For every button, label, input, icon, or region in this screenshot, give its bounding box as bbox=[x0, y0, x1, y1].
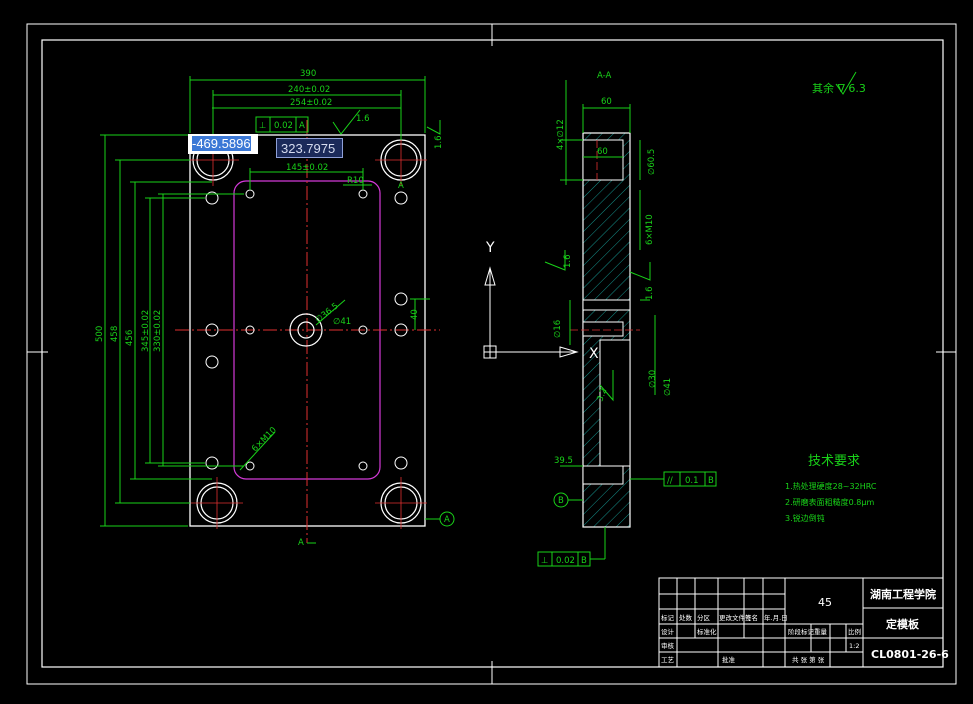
dim-w240: 240±0.02 bbox=[288, 85, 330, 95]
gd-flat-ref: B bbox=[581, 556, 587, 566]
dim-rough16b: 1.6 bbox=[645, 286, 655, 300]
dim-h40: 40 bbox=[410, 309, 420, 320]
rough-16-right: 1.6 bbox=[434, 135, 444, 149]
dim-d59: ∅60.5 bbox=[647, 149, 657, 175]
tb-row-label-0: 标记 bbox=[661, 613, 675, 622]
dim-r10: R10 bbox=[347, 176, 364, 186]
tb-design: 设计 bbox=[661, 627, 675, 636]
ucs-y-label: Y bbox=[485, 240, 495, 256]
dim-h345: 345±0.02 bbox=[141, 310, 151, 352]
dim-d36: ∅30 bbox=[648, 370, 658, 388]
dim-holes: 6×M10 bbox=[250, 425, 279, 454]
rough-16: 1.6 bbox=[356, 114, 370, 124]
tb-ratio: 比例 bbox=[848, 627, 861, 636]
gd-ref: A bbox=[299, 121, 305, 131]
gd-perp-symbol: ⊥ bbox=[259, 121, 266, 131]
gd-par-ref: B bbox=[708, 476, 714, 486]
section-label: A-A bbox=[597, 71, 612, 81]
dim-t60b: 60 bbox=[597, 147, 608, 157]
gd-par-value: 0.1 bbox=[685, 476, 699, 486]
datum-a-label: A bbox=[444, 515, 450, 525]
dim-h330: 330±0.02 bbox=[153, 310, 163, 352]
tb-material: 45 bbox=[818, 596, 832, 609]
dim-t60: 60 bbox=[601, 97, 612, 107]
tb-row-label-2: 分区 bbox=[697, 613, 711, 622]
front-view: 390 240±0.02 254±0.02 145±0.02 0.02 A ⊥ … bbox=[95, 69, 455, 548]
gd-flat-symbol: ⊥ bbox=[541, 556, 548, 566]
dim-h458: 458 bbox=[110, 326, 120, 342]
tb-process: 工艺 bbox=[661, 656, 675, 664]
tb-scale: 1:2 bbox=[849, 642, 859, 650]
dim-d12: 4×∅12 bbox=[556, 119, 566, 150]
coordinate-input-y[interactable]: 323.7975 bbox=[276, 138, 343, 158]
dim-m41: ∅41 bbox=[333, 317, 351, 327]
dim-d16: ∅16 bbox=[553, 320, 563, 338]
tb-school: 湖南工程学院 bbox=[870, 587, 936, 601]
roughness-note: 其余 ∇ 6.3 bbox=[812, 71, 866, 95]
tech-req-item-1: 1.热处理硬度28~32HRC bbox=[785, 481, 877, 491]
gd-tolerance: 0.02 bbox=[274, 121, 293, 131]
coordinate-x-value[interactable]: -469.5896 bbox=[192, 136, 251, 151]
section-mark-a: A bbox=[298, 538, 304, 548]
tb-row-label-4: 签名 bbox=[745, 613, 758, 622]
tb-part-name: 定模板 bbox=[886, 617, 920, 631]
cad-drawing-canvas[interactable]: 390 240±0.02 254±0.02 145±0.02 0.02 A ⊥ … bbox=[0, 0, 973, 704]
dim-h500: 500 bbox=[95, 326, 105, 342]
section-mark-a-top: A bbox=[398, 181, 404, 191]
gd-flat-value: 0.02 bbox=[556, 556, 575, 566]
tech-req-item-2: 2.研磨表面粗糙度0.8μm bbox=[785, 497, 874, 507]
dim-width: 390 bbox=[300, 69, 316, 79]
tb-stage: 阶段标记 bbox=[788, 627, 815, 636]
dim-d41: ∅41 bbox=[663, 378, 673, 396]
dim-w254: 254±0.02 bbox=[290, 98, 332, 108]
tb-std: 标准化 bbox=[697, 627, 717, 636]
dim-d395: 39.5 bbox=[554, 456, 573, 466]
drawing-border bbox=[41, 39, 944, 668]
tb-approve: 批准 bbox=[722, 655, 736, 664]
tech-requirements: 技术要求 1.热处理硬度28~32HRC 2.研磨表面粗糙度0.8μm 3.锐边… bbox=[785, 454, 877, 523]
tech-req-title: 技术要求 bbox=[808, 454, 860, 469]
tech-req-item-3: 3.锐边倒钝 bbox=[785, 513, 825, 523]
datum-b-label: B bbox=[558, 496, 564, 506]
dim-h456: 456 bbox=[125, 330, 135, 346]
centering-marks bbox=[27, 24, 956, 684]
tb-row-label-5: 年.月.日 bbox=[764, 613, 788, 622]
ucs-icon bbox=[483, 266, 579, 359]
tb-review: 审核 bbox=[661, 641, 675, 650]
tb-row-label-1: 处数 bbox=[679, 613, 693, 622]
gd-par-symbol: // bbox=[667, 476, 673, 486]
section-view: A-A 60 60 4×∅12 6×M10 1.6 1.6 3.2 ∅16 ∅4… bbox=[537, 71, 717, 567]
tb-sheets: 共 张 第 张 bbox=[792, 655, 825, 664]
dim-m10: 6×M10 bbox=[645, 214, 655, 245]
tb-drawing-no: CL0801-26-6 bbox=[871, 648, 949, 661]
tb-weight: 重量 bbox=[814, 628, 828, 636]
dim-w145: 145±0.02 bbox=[286, 163, 328, 173]
dim-rough16a: 1.6 bbox=[563, 254, 573, 268]
coordinate-input-x[interactable]: -469.5896 bbox=[188, 134, 258, 154]
paper-outer-frame bbox=[26, 23, 957, 685]
ucs-x-label: X bbox=[589, 346, 599, 362]
